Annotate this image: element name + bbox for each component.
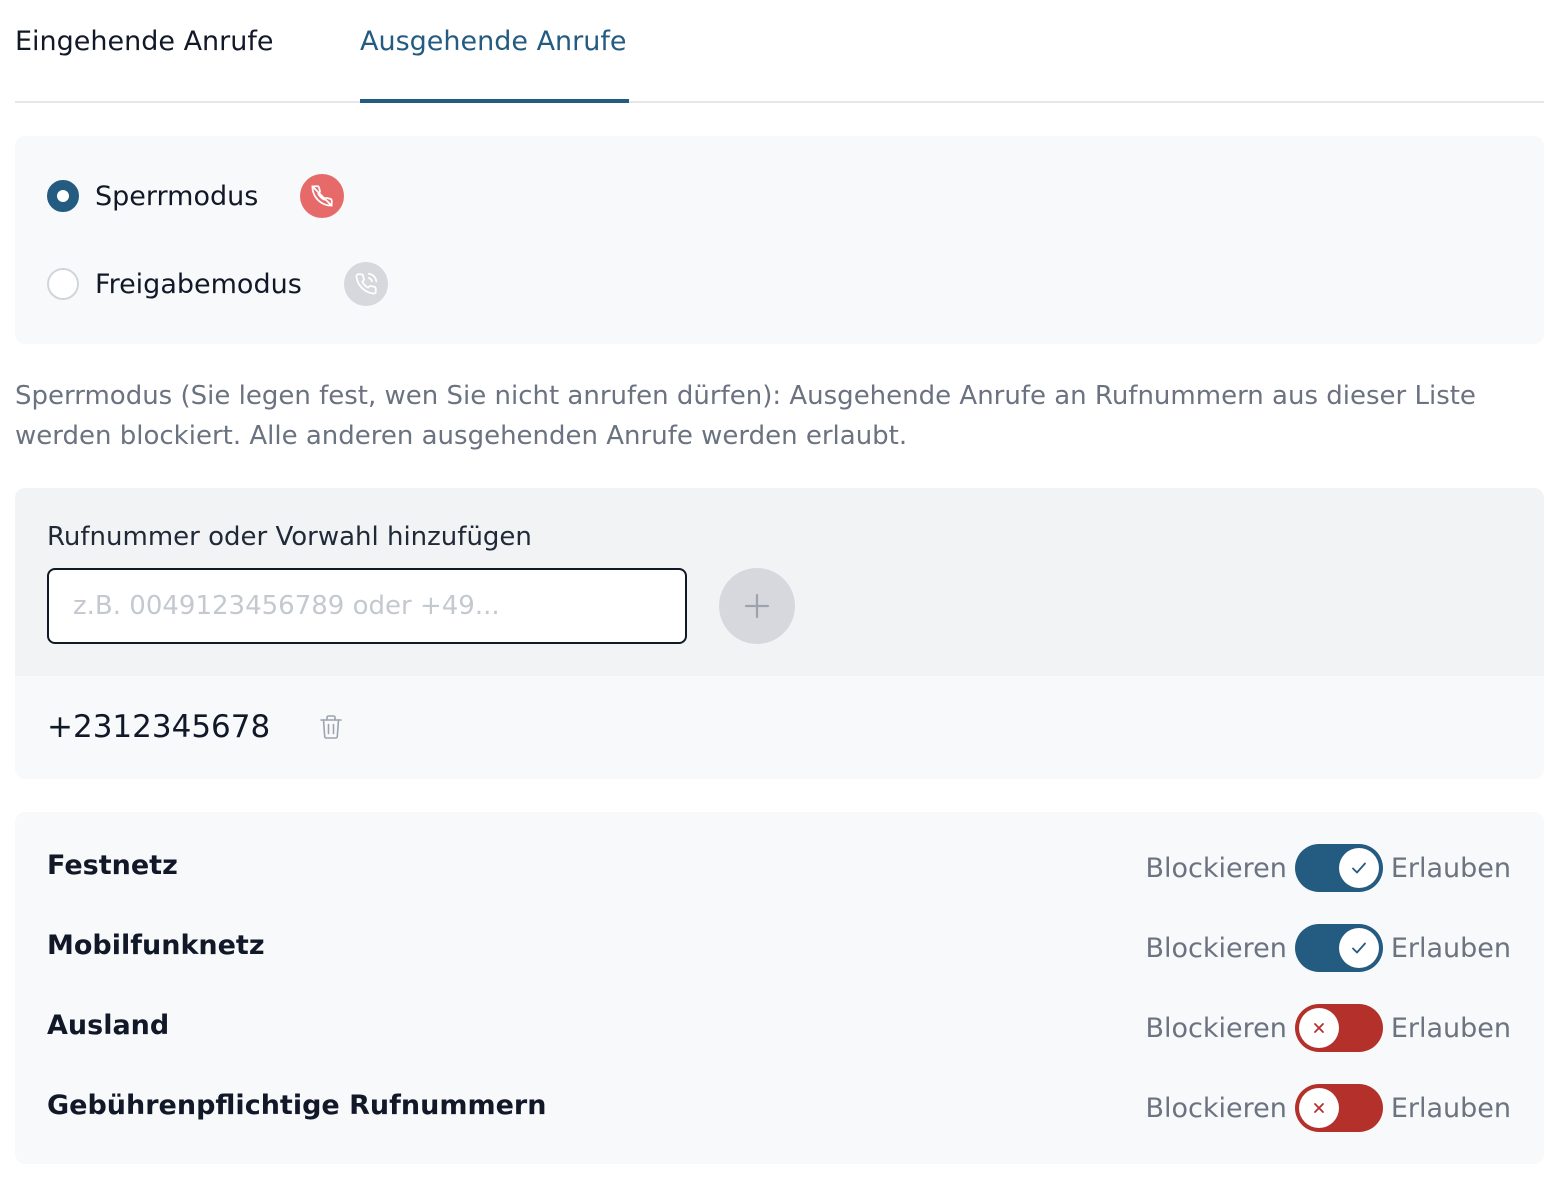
list-item: +2312345678 <box>47 704 346 750</box>
check-icon <box>1351 862 1366 874</box>
category-row-ausland: Ausland Blockieren Erlauben <box>15 1002 1544 1054</box>
outgoing-calls-page: Eingehende Anrufe Ausgehende Anrufe Sper… <box>0 0 1566 1182</box>
category-name: Festnetz <box>47 850 178 881</box>
add-number-card: Rufnummer oder Vorwahl hinzufügen <box>15 488 1544 676</box>
category-toggle-group: Blockieren Erlauben <box>1145 1002 1511 1054</box>
active-tab-indicator <box>360 99 629 103</box>
toggle-knob <box>1298 1008 1339 1048</box>
mobilfunknetz-toggle[interactable] <box>1294 924 1383 972</box>
toggle-knob <box>1338 928 1379 968</box>
mode-option-allow[interactable]: Freigabemodus <box>47 261 388 307</box>
x-icon <box>1313 1023 1324 1033</box>
ausland-toggle[interactable] <box>1294 1004 1383 1052</box>
category-name: Ausland <box>47 1010 170 1041</box>
call-tabs: Eingehende Anrufe Ausgehende Anrufe <box>15 0 1544 103</box>
festnetz-toggle[interactable] <box>1294 844 1383 892</box>
allow-label: Erlauben <box>1390 932 1511 964</box>
block-label: Blockieren <box>1145 852 1287 884</box>
tab-outgoing-calls[interactable]: Ausgehende Anrufe <box>360 24 626 60</box>
add-number-button[interactable] <box>719 568 795 644</box>
trash-icon <box>320 715 343 739</box>
phone-allowed-icon <box>343 262 388 306</box>
add-number-label: Rufnummer oder Vorwahl hinzufügen <box>47 522 532 552</box>
phone-number-input[interactable] <box>47 568 687 644</box>
check-icon <box>1351 942 1366 954</box>
block-label: Blockieren <box>1145 932 1287 964</box>
call-categories-card: Festnetz Blockieren Erlauben Mobilfunkne… <box>15 812 1544 1164</box>
category-toggle-group: Blockieren Erlauben <box>1145 842 1511 894</box>
allow-label: Erlauben <box>1390 852 1511 884</box>
category-name: Gebührenpflichtige Rufnummern <box>47 1090 547 1121</box>
delete-number-button[interactable] <box>316 712 346 742</box>
mode-selection-card: Sperrmodus Freigabemodus <box>15 136 1544 344</box>
allow-mode-radio[interactable] <box>47 268 79 300</box>
block-label: Blockieren <box>1145 1092 1287 1124</box>
mode-description: Sperrmodus (Sie legen fest, wen Sie nich… <box>15 381 1476 451</box>
plus-icon <box>744 593 770 619</box>
allow-label: Erlauben <box>1390 1012 1511 1044</box>
phone-blocked-icon <box>300 174 345 218</box>
block-label: Blockieren <box>1145 1012 1287 1044</box>
allow-mode-label: Freigabemodus <box>95 268 302 300</box>
category-name: Mobilfunknetz <box>47 930 265 961</box>
phone-number-value: +2312345678 <box>47 709 271 745</box>
category-row-festnetz: Festnetz Blockieren Erlauben <box>15 842 1544 894</box>
mode-option-block[interactable]: Sperrmodus <box>47 173 345 219</box>
category-toggle-group: Blockieren Erlauben <box>1145 1082 1511 1134</box>
category-toggle-group: Blockieren Erlauben <box>1145 922 1511 974</box>
premium-numbers-toggle[interactable] <box>1294 1084 1383 1132</box>
block-mode-radio[interactable] <box>47 180 79 212</box>
x-icon <box>1313 1103 1324 1113</box>
category-row-premium-numbers: Gebührenpflichtige Rufnummern Blockieren… <box>15 1082 1544 1134</box>
block-mode-label: Sperrmodus <box>95 180 259 212</box>
tab-incoming-calls[interactable]: Eingehende Anrufe <box>15 24 274 60</box>
allow-label: Erlauben <box>1390 1092 1511 1124</box>
toggle-knob <box>1338 848 1379 888</box>
category-row-mobilfunknetz: Mobilfunknetz Blockieren Erlauben <box>15 922 1544 974</box>
blocked-numbers-list: +2312345678 <box>15 676 1544 779</box>
toggle-knob <box>1298 1088 1339 1128</box>
